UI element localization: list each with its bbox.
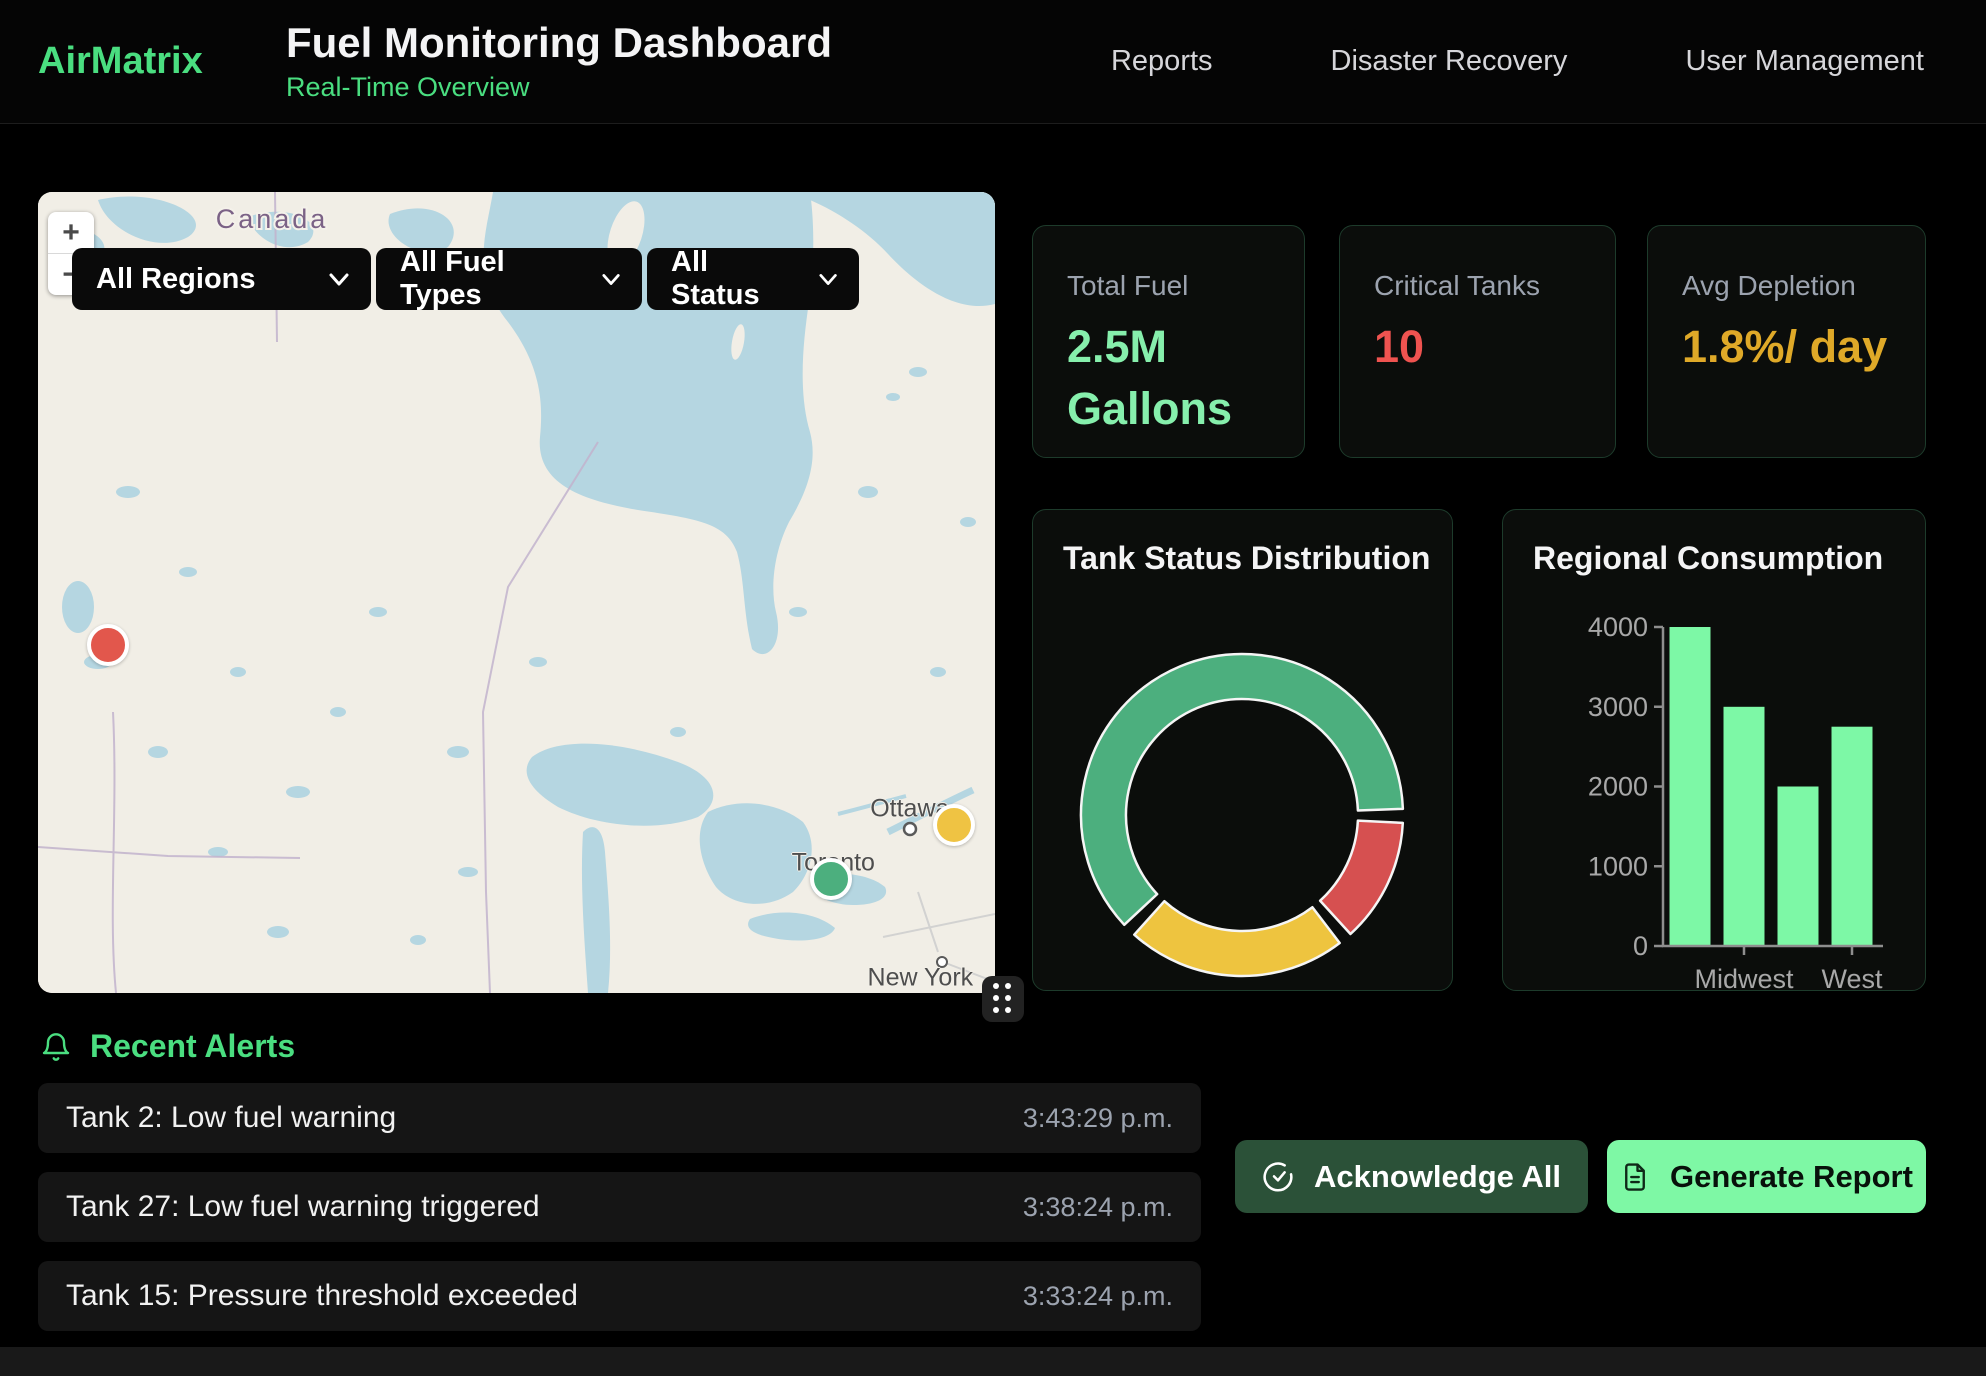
header: AirMatrix Fuel Monitoring Dashboard Real…	[0, 0, 1986, 124]
y-tick-label: 3000	[1588, 692, 1648, 722]
bar-Midwest	[1724, 707, 1765, 946]
x-tick-label-midwest: Midwest	[1694, 964, 1794, 992]
regional-consumption-chart-card: Regional Consumption 0 1000 2000 3000 4000 Mi…	[1502, 509, 1926, 991]
alert-text: Tank 15: Pressure threshold exceeded	[66, 1279, 578, 1313]
bottom-panel-edge	[0, 1347, 1986, 1376]
map-country-label: Canada	[216, 204, 329, 234]
y-tick-label: 1000	[1588, 851, 1648, 881]
alert-time: 3:43:29 p.m.	[1023, 1103, 1173, 1134]
bar-West	[1832, 727, 1873, 946]
x-tick-label-west: West	[1821, 964, 1883, 992]
stat-label: Critical Tanks	[1374, 270, 1615, 302]
alert-time: 3:33:24 p.m.	[1023, 1281, 1173, 1312]
stat-value: 1.8%/ day	[1682, 316, 1912, 378]
alert-text: Tank 27: Low fuel warning triggered	[66, 1190, 540, 1224]
nav-user-management[interactable]: User Management	[1685, 45, 1924, 78]
stat-value: 2.5M Gallons	[1067, 316, 1297, 440]
regional-consumption-bar-chart: 0 1000 2000 3000 4000 Midwest West	[1503, 510, 1927, 992]
acknowledge-all-label: Acknowledge All	[1314, 1159, 1561, 1195]
donut-segment-yellow	[1134, 901, 1339, 976]
status-filter-select[interactable]: All Status	[647, 248, 859, 310]
tank-marker-normal[interactable]	[810, 858, 852, 900]
generate-report-label: Generate Report	[1670, 1159, 1913, 1195]
zoom-in-button[interactable]: +	[48, 212, 94, 253]
fuel-monitoring-dashboard: AirMatrix Fuel Monitoring Dashboard Real…	[0, 0, 1986, 1376]
bar-region-3	[1778, 787, 1819, 947]
alerts-header: Recent Alerts	[40, 1028, 295, 1065]
main-nav: Reports Disaster Recovery User Managemen…	[1111, 45, 1986, 78]
stat-value: 10	[1374, 316, 1604, 378]
stat-label: Avg Depletion	[1682, 270, 1925, 302]
nav-disaster-recovery[interactable]: Disaster Recovery	[1331, 45, 1568, 78]
title-block: Fuel Monitoring Dashboard Real-Time Over…	[286, 20, 832, 103]
check-circle-icon	[1262, 1161, 1294, 1193]
region-filter-value: All Regions	[96, 263, 256, 296]
stat-card-avg-depletion: Avg Depletion 1.8%/ day	[1647, 225, 1926, 458]
report-file-icon	[1620, 1161, 1650, 1193]
chevron-down-icon	[819, 273, 837, 286]
chart-title: Regional Consumption	[1533, 540, 1883, 577]
fuel-type-filter-value: All Fuel Types	[400, 246, 576, 312]
tank-marker-critical[interactable]	[87, 624, 129, 666]
tank-marker-warning[interactable]	[933, 804, 975, 846]
alert-row: Tank 27: Low fuel warning triggered 3:38…	[38, 1172, 1201, 1242]
stat-card-critical-tanks: Critical Tanks 10	[1339, 225, 1616, 458]
page-title: Fuel Monitoring Dashboard	[286, 20, 832, 66]
fuel-type-filter-select[interactable]: All Fuel Types	[376, 248, 642, 310]
chevron-down-icon	[329, 273, 349, 286]
map-filter-bar: All Regions All Fuel Types All Status	[72, 248, 859, 310]
bar-region-1	[1670, 627, 1711, 946]
stat-card-total-fuel: Total Fuel 2.5M Gallons	[1032, 225, 1305, 458]
tank-status-chart-card: Tank Status Distribution	[1032, 509, 1453, 991]
generate-report-button[interactable]: Generate Report	[1607, 1140, 1926, 1213]
alert-row: Tank 15: Pressure threshold exceeded 3:3…	[38, 1261, 1201, 1331]
chart-title: Tank Status Distribution	[1063, 540, 1430, 577]
stat-label: Total Fuel	[1067, 270, 1304, 302]
brand-logo[interactable]: AirMatrix	[38, 40, 268, 83]
map-drag-handle[interactable]	[982, 976, 1024, 1022]
tank-status-donut-chart	[1033, 510, 1454, 992]
nav-reports[interactable]: Reports	[1111, 45, 1213, 78]
page-subtitle: Real-Time Overview	[286, 72, 832, 103]
alert-time: 3:38:24 p.m.	[1023, 1192, 1173, 1223]
alert-row: Tank 2: Low fuel warning 3:43:29 p.m.	[38, 1083, 1201, 1153]
status-filter-value: All Status	[671, 246, 793, 312]
acknowledge-all-button[interactable]: Acknowledge All	[1235, 1140, 1588, 1213]
donut-segment-red	[1320, 821, 1403, 934]
bell-icon	[40, 1030, 72, 1064]
alert-text: Tank 2: Low fuel warning	[66, 1101, 396, 1135]
chevron-down-icon	[602, 273, 620, 286]
map-canvas[interactable]: Canada OttawaTorontoNew York + − All Reg…	[38, 192, 995, 993]
y-tick-label: 4000	[1588, 612, 1648, 642]
region-filter-select[interactable]: All Regions	[72, 248, 371, 310]
alerts-title: Recent Alerts	[90, 1028, 295, 1065]
y-tick-label: 2000	[1588, 772, 1648, 802]
city-label-new-york: New York	[868, 963, 974, 992]
y-tick-label: 0	[1633, 931, 1648, 961]
